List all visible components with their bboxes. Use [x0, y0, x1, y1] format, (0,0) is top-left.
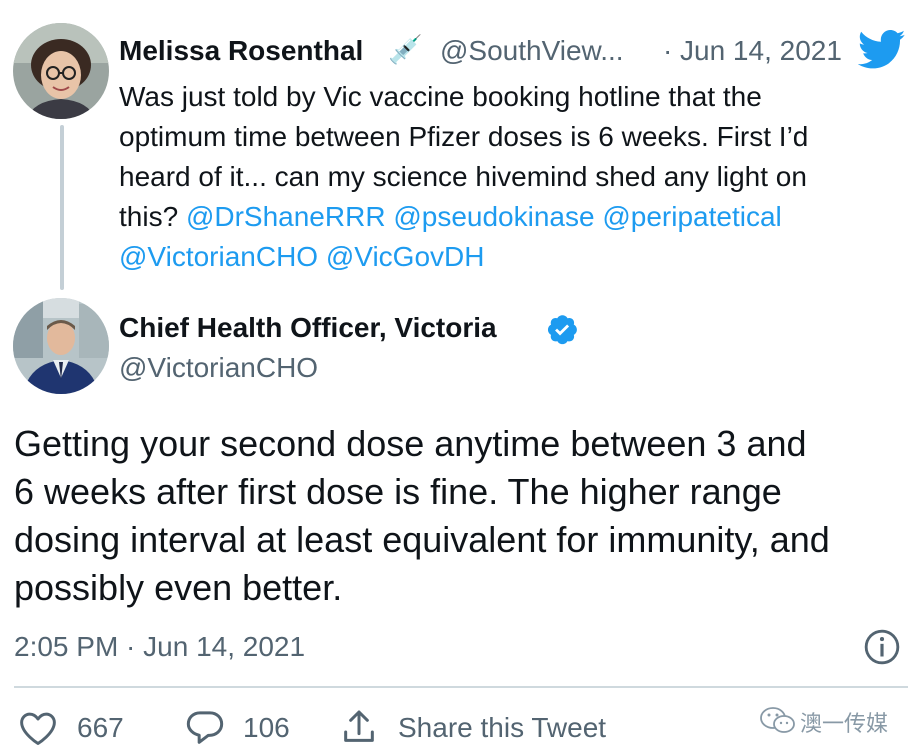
quoted-tweet-date[interactable]: Jun 14, 2021 — [680, 35, 842, 67]
thread-connector-line — [60, 125, 64, 290]
main-author-name[interactable]: Chief Health Officer, Victoria — [119, 312, 497, 344]
mention-link[interactable]: @peripatetical — [602, 201, 781, 232]
quoted-text-line: Was just told by Vic vaccine booking hot… — [119, 81, 762, 112]
quoted-text-prefix: this? — [119, 201, 186, 232]
header-separator: · — [663, 35, 673, 66]
avatar-cho[interactable] — [13, 298, 109, 394]
main-author-handle[interactable]: @VictorianCHO — [119, 352, 318, 384]
share-icon[interactable] — [339, 706, 379, 748]
mention-link[interactable]: @DrShaneRRR — [186, 201, 386, 232]
reply-count[interactable]: 106 — [243, 712, 290, 744]
main-tweet-text: Getting your second dose anytime between… — [14, 420, 914, 612]
main-text-line: dosing interval at least equivalent for … — [14, 519, 830, 560]
quoted-tweet-text: Was just told by Vic vaccine booking hot… — [119, 77, 909, 277]
info-icon[interactable] — [863, 628, 901, 666]
reply-bubble-icon[interactable] — [185, 708, 225, 746]
quoted-text-line: this? @DrShaneRRR @pseudokinase @peripat… — [119, 197, 909, 237]
quoted-text-line: optimum time between Pfizer doses is 6 w… — [119, 121, 809, 152]
verified-badge-icon — [545, 312, 579, 346]
avatar-melissa[interactable] — [13, 23, 109, 119]
tweet-timestamp[interactable]: 2:05 PM · Jun 14, 2021 — [14, 631, 305, 663]
main-text-line: Getting your second dose anytime between… — [14, 423, 807, 464]
main-text-line: 6 weeks after first dose is fine. The hi… — [14, 471, 782, 512]
quoted-text-line: heard of it... can my science hivemind s… — [119, 161, 807, 192]
actions-divider — [14, 686, 908, 688]
syringe-emoji: 💉 — [388, 34, 423, 65]
mention-link[interactable]: @pseudokinase — [393, 201, 594, 232]
heart-icon[interactable] — [18, 710, 58, 746]
quoted-author-name[interactable]: Melissa Rosenthal — [119, 35, 363, 67]
mention-link[interactable]: @VicGovDH — [326, 241, 485, 272]
watermark-text: 澳一传媒 — [800, 711, 889, 736]
twitter-bird-icon[interactable] — [857, 30, 906, 70]
mention-link[interactable]: @VictorianCHO — [119, 241, 318, 272]
share-tweet-button[interactable]: Share this Tweet — [398, 712, 606, 744]
quoted-text-line: @VictorianCHO @VicGovDH — [119, 237, 909, 277]
quoted-author-handle[interactable]: @SouthView... — [440, 35, 624, 67]
wechat-icon — [758, 704, 798, 738]
like-count[interactable]: 667 — [77, 712, 124, 744]
main-text-line: possibly even better. — [14, 567, 343, 608]
